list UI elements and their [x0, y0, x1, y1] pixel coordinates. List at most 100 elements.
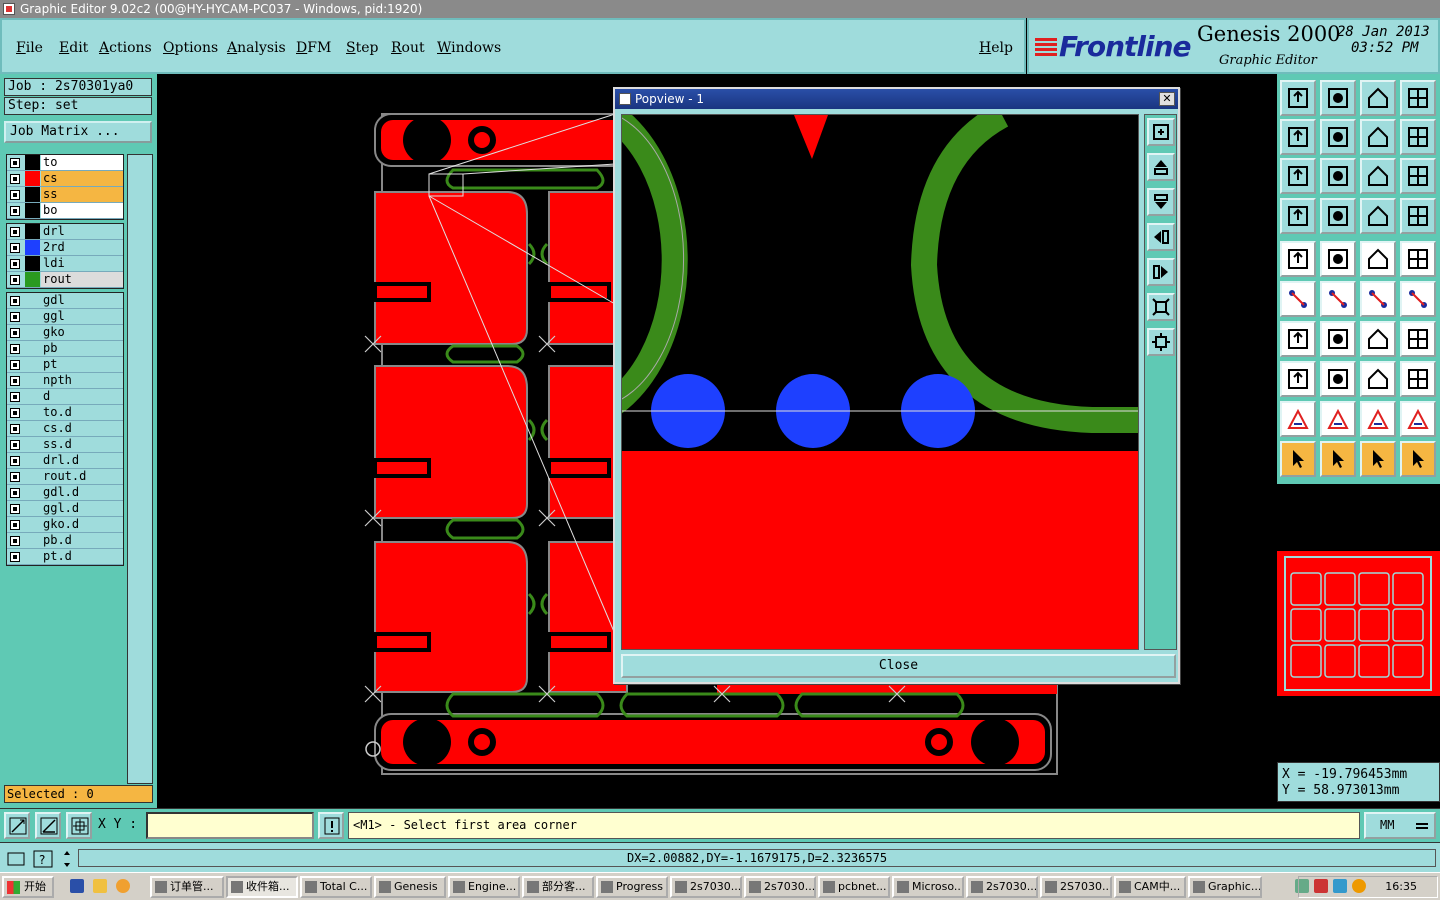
layer-row-rout-d[interactable]: rout.d: [7, 469, 123, 485]
taskbar-task[interactable]: 部分客...: [522, 876, 594, 898]
center-button[interactable]: [1320, 158, 1356, 194]
menu-actions[interactable]: Actions: [99, 40, 152, 56]
snap-point-button[interactable]: [1280, 361, 1316, 397]
layer-checkbox[interactable]: [10, 296, 20, 306]
cross-select-button[interactable]: [1320, 281, 1356, 317]
layer-checkbox[interactable]: [10, 360, 20, 370]
taskbar-task[interactable]: 2s7030...: [670, 876, 742, 898]
line-draw-button[interactable]: [1320, 241, 1356, 277]
popview-zoom-in-button[interactable]: [1147, 118, 1175, 146]
popview-center-button[interactable]: [1147, 328, 1175, 356]
layer-row-rout[interactable]: rout: [7, 272, 123, 288]
layer-row-pb-d[interactable]: pb.d: [7, 533, 123, 549]
layer-color-swatch[interactable]: [25, 421, 40, 436]
menu-file[interactable]: File: [16, 40, 43, 56]
popview-pan-down-button[interactable]: [1147, 188, 1175, 216]
popview-title-bar[interactable]: Popview - 1 ✕: [615, 89, 1178, 109]
taskbar-task[interactable]: Progress: [596, 876, 668, 898]
taskbar-task[interactable]: Total C...: [300, 876, 372, 898]
menu-edit[interactable]: Edit: [59, 40, 88, 56]
taskbar-task[interactable]: 收件箱...: [226, 876, 298, 898]
popview-close-button[interactable]: Close: [621, 654, 1176, 678]
popview-close-icon[interactable]: ✕: [1159, 92, 1175, 106]
triangle-select-button[interactable]: [1320, 401, 1356, 437]
taskbar-task[interactable]: Graphic...: [1188, 876, 1262, 898]
redraw-button[interactable]: [1360, 119, 1396, 155]
layer-list-scrollbar[interactable]: [127, 154, 153, 784]
layer-color-swatch[interactable]: [25, 501, 40, 516]
triangle-alt-button[interactable]: [1400, 401, 1436, 437]
layer-row-ggl-d[interactable]: ggl.d: [7, 501, 123, 517]
pad-add-button[interactable]: [1400, 241, 1436, 277]
job-matrix-button[interactable]: Job Matrix ...: [4, 121, 152, 143]
menu-options[interactable]: Options: [163, 40, 218, 56]
layer-checkbox[interactable]: [10, 174, 20, 184]
undo-path-button[interactable]: [1400, 119, 1436, 155]
window-split-button[interactable]: [1400, 80, 1436, 116]
layer-checkbox[interactable]: [10, 408, 20, 418]
layer-swap-button[interactable]: [1400, 198, 1436, 234]
layer-row-2rd[interactable]: 2rd: [7, 240, 123, 256]
layer-row-gdl-d[interactable]: gdl.d: [7, 485, 123, 501]
taskbar-task[interactable]: 2S7030...: [1040, 876, 1112, 898]
line-tool-button[interactable]: [1320, 321, 1356, 357]
fit-all-button[interactable]: [1280, 158, 1316, 194]
layer-color-swatch[interactable]: [25, 203, 40, 218]
snap-mode-button[interactable]: [4, 812, 30, 839]
popview-canvas[interactable]: [621, 114, 1139, 650]
quicklaunch-icon[interactable]: [116, 879, 130, 893]
taskbar-task[interactable]: Microso...: [892, 876, 964, 898]
layer-checkbox[interactable]: [10, 504, 20, 514]
taskbar-task[interactable]: pcbnet...: [818, 876, 890, 898]
layer-row-pt-d[interactable]: pt.d: [7, 549, 123, 565]
layer-row-pt[interactable]: pt: [7, 357, 123, 373]
layer-row-ggl[interactable]: ggl: [7, 309, 123, 325]
zoom-home-button[interactable]: [1280, 80, 1316, 116]
taskbar-task[interactable]: 2s7030...: [744, 876, 816, 898]
layer-color-swatch[interactable]: [25, 224, 40, 239]
popview-fit-button[interactable]: [1147, 293, 1175, 321]
zoom-in-button[interactable]: [1320, 80, 1356, 116]
layer-row-d[interactable]: d: [7, 389, 123, 405]
pointer-area-button[interactable]: [1360, 441, 1396, 477]
popview-pan-left-button[interactable]: [1147, 223, 1175, 251]
layer-color-swatch[interactable]: [25, 517, 40, 532]
layer-color-swatch[interactable]: [25, 272, 40, 287]
layer-color-swatch[interactable]: [25, 533, 40, 548]
layer-color-swatch[interactable]: [25, 155, 40, 170]
taskbar-task[interactable]: CAM中...: [1114, 876, 1186, 898]
layer-color-swatch[interactable]: [25, 187, 40, 202]
layer-color-swatch[interactable]: [25, 341, 40, 356]
settings-tools-button[interactable]: [1280, 198, 1316, 234]
pointer-select-button[interactable]: [1280, 441, 1316, 477]
layer-color-swatch[interactable]: [25, 373, 40, 388]
query-help-button[interactable]: [1400, 158, 1436, 194]
quicklaunch-icon[interactable]: [93, 879, 107, 893]
layer-checkbox[interactable]: [10, 472, 20, 482]
layer-row-gdl[interactable]: gdl: [7, 293, 123, 309]
alert-button[interactable]: [318, 812, 344, 839]
start-button[interactable]: 开始: [2, 876, 54, 898]
scale-1-2-button[interactable]: [1360, 158, 1396, 194]
grid-snap-button[interactable]: [66, 812, 92, 839]
layer-color-swatch[interactable]: [25, 357, 40, 372]
layer-checkbox[interactable]: [10, 552, 20, 562]
home-view-button[interactable]: [1360, 80, 1396, 116]
menu-rout[interactable]: Rout: [391, 40, 425, 56]
layer-row-pb[interactable]: pb: [7, 341, 123, 357]
cut-line-button[interactable]: [1320, 361, 1356, 397]
layer-color-swatch[interactable]: [25, 240, 40, 255]
taskbar-task[interactable]: Genesis: [374, 876, 446, 898]
layer-color-swatch[interactable]: [25, 485, 40, 500]
layer-checkbox[interactable]: [10, 456, 20, 466]
layer-checkbox[interactable]: [10, 328, 20, 338]
layer-row-gko-d[interactable]: gko.d: [7, 517, 123, 533]
system-clock[interactable]: 16:35: [1298, 876, 1438, 898]
layer-checkbox[interactable]: [10, 488, 20, 498]
menu-step[interactable]: Step: [346, 40, 378, 56]
layer-checkbox[interactable]: [10, 536, 20, 546]
layer-checkbox[interactable]: [10, 275, 20, 285]
taskbar-task[interactable]: Engine...: [448, 876, 520, 898]
layer-checkbox[interactable]: [10, 206, 20, 216]
layer-color-swatch[interactable]: [25, 256, 40, 271]
